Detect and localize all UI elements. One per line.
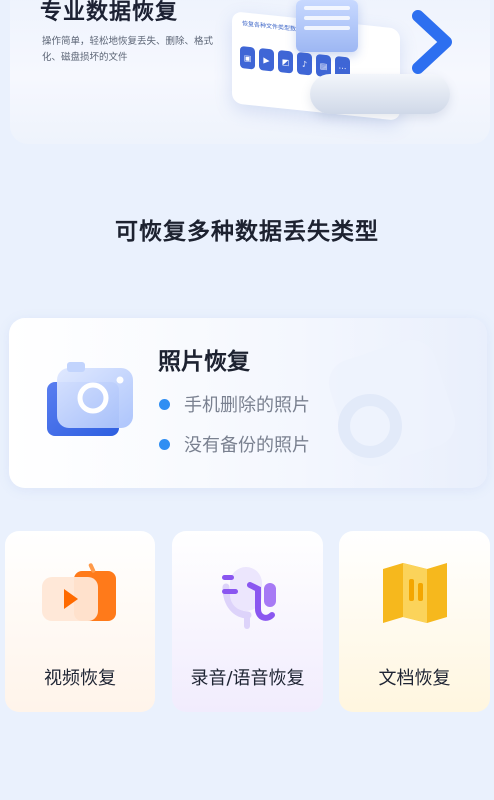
image-icon: ▣: [240, 46, 255, 70]
audio-recovery-label: 录音/语音恢复: [190, 668, 305, 689]
photo-recovery-card[interactable]: 照片恢复 手机删除的照片 没有备份的照片: [9, 318, 487, 488]
promo-banner[interactable]: 专业数据恢复 操作简单，轻松地恢复丢失、删除、格式化、磁盘损坏的文件 恢复各种文…: [10, 0, 490, 144]
music-icon: ♪: [297, 52, 312, 76]
recover-arrow-icon: [412, 10, 452, 74]
photo-recovery-title: 照片恢复: [158, 349, 250, 375]
microphone-icon: [221, 567, 276, 629]
banner-illustration-panel: [296, 0, 358, 52]
video-recovery-card[interactable]: 视频恢复: [5, 531, 155, 712]
photo-bullet-1: 手机删除的照片: [159, 391, 310, 417]
video-icon: ▶: [259, 48, 274, 72]
photo-icon: ◩: [278, 50, 293, 74]
bullet-dot: [159, 438, 170, 450]
document-recovery-card[interactable]: 文档恢复: [339, 531, 490, 712]
bullet-dot: [159, 398, 170, 410]
bullet-text: 手机删除的照片: [184, 395, 310, 416]
video-icon: [42, 563, 116, 621]
camera-icon: [47, 362, 133, 436]
video-recovery-label: 视频恢复: [44, 668, 116, 689]
banner-title: 专业数据恢复: [40, 0, 179, 25]
document-recovery-label: 文档恢复: [378, 668, 451, 689]
banner-illustration-label: 恢复各种文件类型数据: [242, 20, 303, 34]
decorative-ring: [338, 394, 402, 458]
audio-recovery-card[interactable]: 录音/语音恢复: [172, 531, 323, 712]
bullet-text: 没有备份的照片: [184, 435, 310, 456]
banner-illustration-base: [310, 74, 450, 114]
document-icon: [382, 563, 447, 623]
section-title: 可恢复多种数据丢失类型: [115, 219, 379, 245]
banner-description: 操作简单，轻松地恢复丢失、删除、格式化、磁盘损坏的文件: [42, 36, 214, 63]
photo-bullet-2: 没有备份的照片: [159, 431, 310, 457]
